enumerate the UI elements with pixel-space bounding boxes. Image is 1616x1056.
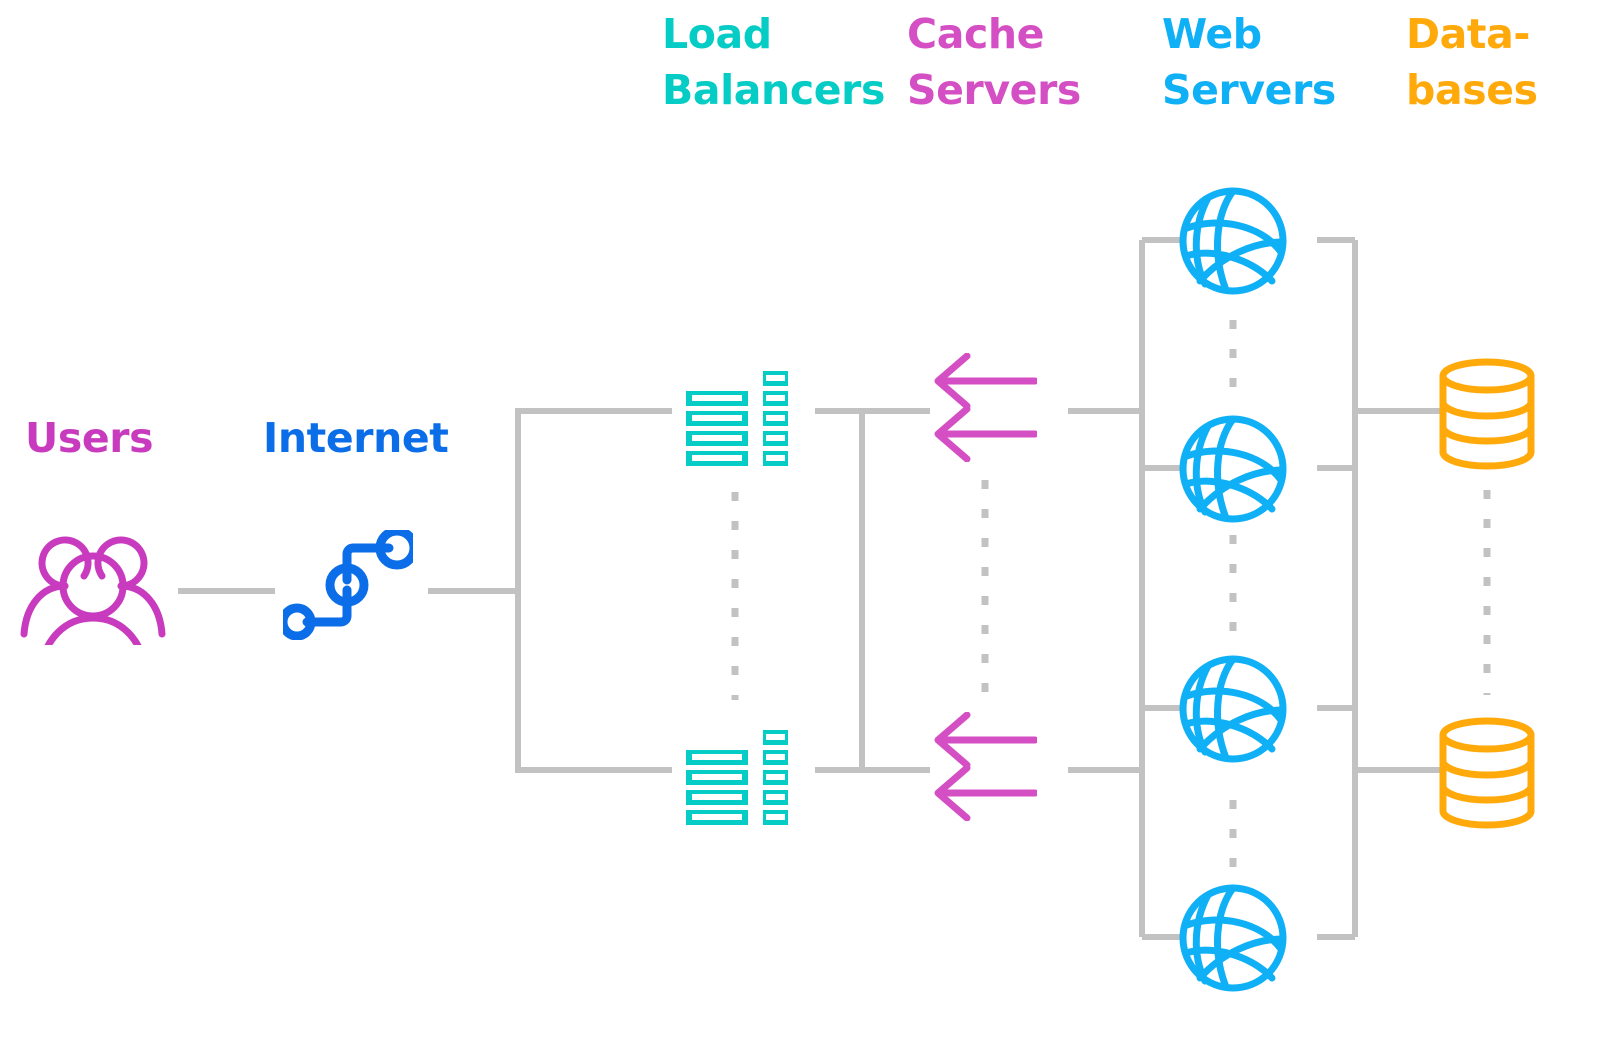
globe-icon [1183,419,1283,519]
server-rack-icon [686,371,788,466]
label-internet: Internet [263,414,448,462]
label-users: Users [25,414,153,462]
cache-arrow-icon [938,409,1035,459]
label-load-balancers-line1: Load [662,10,772,58]
globe-icon [1183,888,1283,988]
column-labels: Load Balancers Cache Servers Web Servers… [662,10,1538,114]
network-nodes-icon [283,531,414,636]
cache-arrow-icon [938,715,1035,765]
label-databases-line1: Data- [1406,10,1530,58]
wire-lb-bracket-bottom [515,591,672,773]
database-cylinder-icon [1443,721,1531,825]
node-labels: Users Internet [25,414,449,462]
architecture-diagram: Load Balancers Cache Servers Web Servers… [0,0,1616,1056]
server-rack-icon [686,730,788,825]
label-web-servers-line2: Servers [1162,66,1336,114]
database-cylinder-icon [1443,362,1531,466]
globe-icon [1183,191,1283,291]
globe-icon [1183,659,1283,759]
cache-arrow-icon [938,768,1035,818]
users-group-icon [24,540,162,670]
label-cache-servers-line1: Cache [907,10,1044,58]
cache-arrow-icon [938,356,1035,406]
architecture-diagram-canvas: Load Balancers Cache Servers Web Servers… [0,10,1538,1056]
label-databases-line2: bases [1406,66,1538,114]
label-cache-servers-line2: Servers [907,66,1081,114]
label-web-servers-line1: Web [1162,10,1262,58]
label-load-balancers-line2: Balancers [662,66,885,114]
continuation-markers [731,320,1491,880]
wire-lb-bracket-top [515,408,672,591]
